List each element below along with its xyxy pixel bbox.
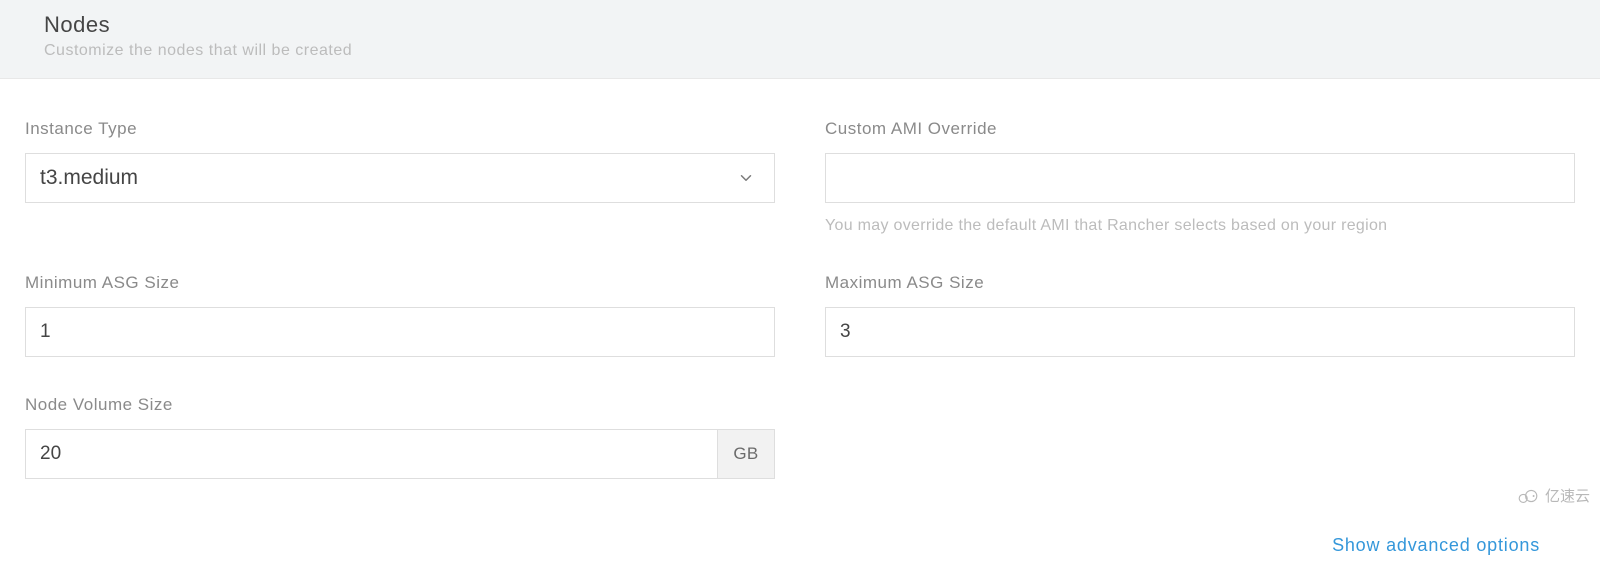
instance-type-label: Instance Type: [25, 119, 775, 139]
min-asg-field: Minimum ASG Size: [25, 273, 775, 357]
form-row-1: Instance Type t3.medium Custom AMI Overr…: [25, 119, 1575, 235]
custom-ami-label: Custom AMI Override: [825, 119, 1575, 139]
node-volume-group: GB: [25, 429, 775, 479]
custom-ami-input[interactable]: [825, 153, 1575, 203]
watermark: 亿速云: [1515, 485, 1590, 506]
node-volume-input[interactable]: [25, 429, 717, 479]
node-volume-field: Node Volume Size GB: [25, 395, 775, 479]
custom-ami-field: Custom AMI Override You may override the…: [825, 119, 1575, 235]
min-asg-label: Minimum ASG Size: [25, 273, 775, 293]
show-advanced-link[interactable]: Show advanced options: [1332, 535, 1540, 555]
section-subtitle: Customize the nodes that will be created: [44, 42, 1556, 60]
min-asg-input[interactable]: [25, 307, 775, 357]
instance-type-value: t3.medium: [40, 166, 736, 190]
instance-type-select[interactable]: t3.medium: [25, 153, 775, 203]
section-title: Nodes: [44, 12, 1556, 38]
max-asg-field: Maximum ASG Size: [825, 273, 1575, 357]
section-header: Nodes Customize the nodes that will be c…: [0, 0, 1600, 79]
form-row-3: Node Volume Size GB: [25, 395, 1575, 479]
max-asg-input[interactable]: [825, 307, 1575, 357]
watermark-text: 亿速云: [1545, 485, 1590, 506]
chevron-down-icon: [736, 168, 756, 188]
footer: Show advanced options: [0, 527, 1600, 576]
instance-type-field: Instance Type t3.medium: [25, 119, 775, 235]
node-volume-unit: GB: [717, 429, 775, 479]
form-body: Instance Type t3.medium Custom AMI Overr…: [0, 79, 1600, 527]
form-row-2: Minimum ASG Size Maximum ASG Size: [25, 273, 1575, 357]
empty-col: [825, 395, 1575, 479]
node-volume-label: Node Volume Size: [25, 395, 775, 415]
custom-ami-help: You may override the default AMI that Ra…: [825, 217, 1575, 235]
max-asg-label: Maximum ASG Size: [825, 273, 1575, 293]
